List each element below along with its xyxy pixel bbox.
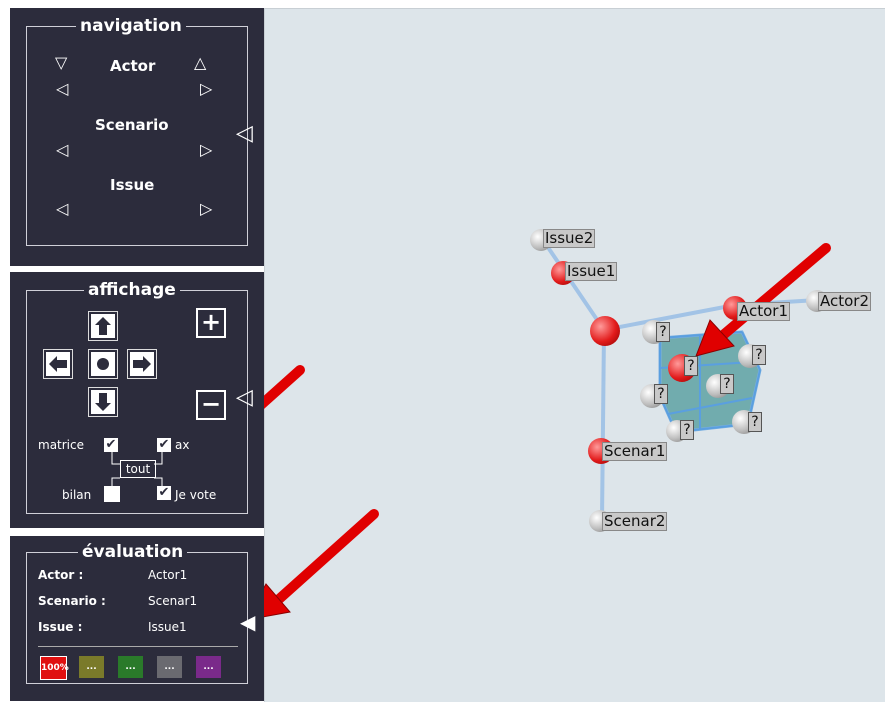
arrow-left-icon bbox=[49, 356, 67, 372]
cell-marker[interactable]: ? bbox=[680, 420, 694, 440]
evaluation-title: évaluation bbox=[78, 543, 188, 561]
cell-marker[interactable]: ? bbox=[656, 322, 670, 342]
axes-checkbox[interactable]: ✔ bbox=[157, 438, 171, 452]
issue-key: Issue : bbox=[38, 620, 83, 634]
navigation-panel: navigation ▽ Actor △ ◁ ▷ Scenario ◁ ▷ Is… bbox=[10, 8, 264, 266]
jevote-label: Je vote bbox=[175, 488, 217, 502]
matrice-checkbox[interactable]: ✔ bbox=[104, 438, 118, 452]
issue-prev-icon[interactable]: ◁ bbox=[56, 201, 68, 217]
navigation-title: navigation bbox=[76, 17, 186, 35]
scenario-key: Scenario : bbox=[38, 594, 106, 608]
origin-node[interactable] bbox=[590, 316, 620, 346]
actor-prev-icon[interactable]: ◁ bbox=[56, 81, 68, 97]
actor2-label[interactable]: Actor2 bbox=[818, 292, 872, 311]
pan-right-button[interactable] bbox=[127, 349, 157, 379]
bilan-label: bilan bbox=[62, 488, 92, 502]
divider bbox=[38, 646, 238, 647]
scenario-label: Scenario bbox=[95, 116, 169, 134]
issue-label: Issue bbox=[110, 176, 155, 194]
scenario-value: Scenar1 bbox=[148, 594, 198, 608]
issue1-label[interactable]: Issue1 bbox=[565, 262, 618, 281]
arrow-right-icon bbox=[133, 356, 151, 372]
pan-up-button[interactable] bbox=[88, 311, 118, 341]
actor1-label[interactable]: Actor1 bbox=[737, 302, 791, 321]
actor-next-icon[interactable]: ▷ bbox=[200, 81, 212, 97]
issue2-label[interactable]: Issue2 bbox=[543, 229, 596, 248]
zoom-out-button[interactable]: − bbox=[196, 390, 226, 420]
arrow-down-icon bbox=[95, 393, 111, 411]
actor-key: Actor : bbox=[38, 568, 84, 582]
cell-marker[interactable]: ? bbox=[752, 345, 766, 365]
scenario-next-icon[interactable]: ▷ bbox=[200, 142, 212, 158]
axes-label: ax bbox=[175, 438, 190, 452]
matrice-label: matrice bbox=[38, 438, 84, 452]
score-swatch[interactable]: ... bbox=[79, 656, 104, 678]
evaluation-panel: évaluation Actor : Actor1 Scenario : Sce… bbox=[10, 536, 264, 701]
collapse-navigation-icon[interactable]: ◁ bbox=[236, 123, 253, 145]
actor-down-icon[interactable]: ▽ bbox=[55, 55, 67, 71]
pan-left-button[interactable] bbox=[43, 349, 73, 379]
cell-marker[interactable]: ? bbox=[720, 374, 734, 394]
tout-button[interactable]: tout bbox=[120, 460, 156, 478]
cell-marker[interactable]: ? bbox=[684, 356, 698, 376]
zoom-in-button[interactable]: + bbox=[196, 308, 226, 338]
expand-evaluation-icon[interactable]: ◀ bbox=[240, 612, 255, 632]
score-swatch[interactable]: ... bbox=[118, 656, 143, 678]
cell-marker[interactable]: ? bbox=[654, 384, 668, 404]
issue-value: Issue1 bbox=[148, 620, 187, 634]
actor-up-icon[interactable]: △ bbox=[194, 55, 206, 71]
score-swatch[interactable]: ... bbox=[157, 656, 182, 678]
bilan-checkbox[interactable] bbox=[104, 486, 120, 502]
pan-down-button[interactable] bbox=[88, 387, 118, 417]
scenar1-label[interactable]: Scenar1 bbox=[602, 442, 668, 461]
score-swatch[interactable]: ... bbox=[196, 656, 221, 678]
issue-next-icon[interactable]: ▷ bbox=[200, 201, 212, 217]
actor-value: Actor1 bbox=[148, 568, 188, 582]
collapse-affichage-icon[interactable]: ◁ bbox=[236, 387, 253, 409]
center-button[interactable] bbox=[88, 349, 118, 379]
jevote-checkbox[interactable]: ✔ bbox=[157, 486, 171, 500]
cell-marker[interactable]: ? bbox=[748, 412, 762, 432]
affichage-title: affichage bbox=[84, 281, 180, 299]
scenario-prev-icon[interactable]: ◁ bbox=[56, 142, 68, 158]
scenar2-label[interactable]: Scenar2 bbox=[602, 512, 668, 531]
affichage-panel: affichage + − ◁ matrice ✔ ✔ ax tout bila… bbox=[10, 272, 264, 528]
arrow-up-icon bbox=[95, 317, 111, 335]
actor-label: Actor bbox=[110, 57, 156, 75]
score-swatch[interactable]: 100% bbox=[40, 656, 69, 680]
dot-icon bbox=[97, 358, 109, 370]
